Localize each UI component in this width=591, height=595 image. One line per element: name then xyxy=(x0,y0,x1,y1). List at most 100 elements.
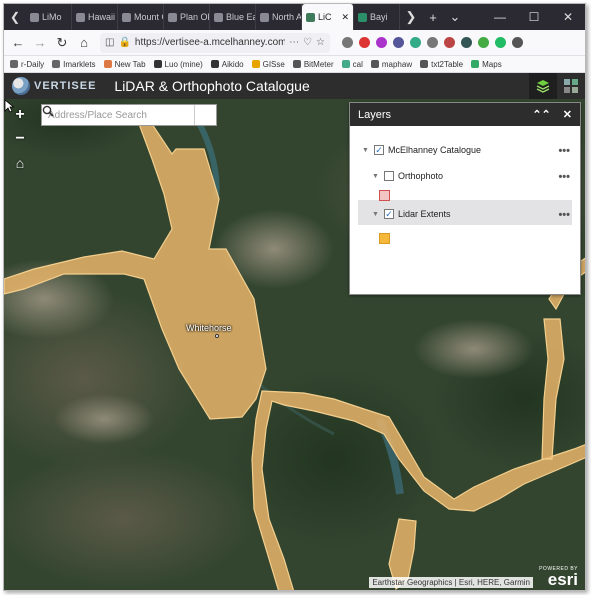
reload-icon[interactable]: ↻ xyxy=(52,33,72,53)
bookmark-label: Maps xyxy=(482,59,502,69)
extension-icon[interactable] xyxy=(376,37,387,48)
bookmark-item[interactable]: Luo (mine) xyxy=(153,60,203,69)
layer-options-icon[interactable]: ••• xyxy=(558,145,570,157)
extension-icon[interactable] xyxy=(495,37,506,48)
tab-scroll-left-icon[interactable]: ❮ xyxy=(4,4,26,30)
layer-checkbox[interactable]: ✓ xyxy=(384,209,394,219)
extension-icon[interactable] xyxy=(427,37,438,48)
tab-favicon-icon xyxy=(76,12,85,22)
bookmark-item[interactable]: txt2Table xyxy=(420,60,463,69)
bookmark-label: Imarklets xyxy=(63,59,96,69)
browser-tab[interactable]: Plan Okla xyxy=(164,4,210,30)
pocket-icon[interactable]: ♡ xyxy=(303,37,312,48)
layer-item-mcelhanney[interactable]: ▼ ✓ McElhanney Catalogue xyxy=(362,145,481,155)
extension-icon[interactable] xyxy=(410,37,421,48)
app-header: VERTISEE LiDAR & Orthophoto Catalogue xyxy=(4,73,585,99)
layer-item-orthophoto[interactable]: ▼ Orthophoto xyxy=(372,171,443,181)
bookmark-item[interactable]: BitMeter xyxy=(292,59,334,69)
page-actions-icon[interactable]: ⋯ xyxy=(289,37,299,48)
expand-caret-icon[interactable]: ▼ xyxy=(372,173,380,180)
maximize-icon[interactable]: ☐ xyxy=(517,4,551,30)
minimize-icon[interactable]: — xyxy=(483,4,517,30)
tab-label: Bayi xyxy=(370,12,388,22)
browser-tab[interactable]: Blue Earth xyxy=(210,4,256,30)
zoom-out-icon[interactable]: − xyxy=(10,129,30,149)
layer-checkbox[interactable] xyxy=(384,171,394,181)
address-bar[interactable]: ◫ 🔒 https://vertisee-a.mcelhanney.com ⋯ … xyxy=(100,32,330,53)
lock-icon[interactable]: 🔒 xyxy=(118,37,130,48)
basemap-grid-icon xyxy=(564,79,578,93)
orthophoto-legend-swatch xyxy=(379,190,390,201)
tab-scroll-right-icon[interactable]: ❯ xyxy=(400,4,422,30)
bookmark-favicon-icon xyxy=(251,60,260,68)
tab-label: North Ari xyxy=(272,12,302,22)
bookmark-item[interactable]: r-Daily xyxy=(10,60,44,69)
close-window-icon[interactable]: ✕ xyxy=(551,4,585,30)
extension-icon[interactable] xyxy=(393,37,404,48)
back-icon[interactable]: ← xyxy=(8,33,28,53)
browser-tab[interactable]: Bayi xyxy=(354,4,400,30)
extension-icon[interactable] xyxy=(359,37,370,48)
extension-icon[interactable] xyxy=(342,37,353,48)
expand-caret-icon[interactable]: ▼ xyxy=(372,211,380,218)
bookmark-favicon-icon xyxy=(103,60,112,68)
expand-caret-icon[interactable]: ▼ xyxy=(362,147,370,154)
home-icon[interactable]: ⌂ xyxy=(74,33,94,53)
home-extent-icon[interactable]: ⌂ xyxy=(10,153,30,173)
browser-tab[interactable]: Hawaii Lo xyxy=(72,4,118,30)
navigation-bar: ← → ↻ ⌂ ◫ 🔒 https://vertisee-a.mcelhanne… xyxy=(4,30,585,56)
browser-tab[interactable]: LiC ✕ xyxy=(302,4,354,30)
bookmark-label: r-Daily xyxy=(21,59,45,69)
bookmark-favicon-icon xyxy=(471,60,480,68)
bookmark-item[interactable]: New Tab xyxy=(103,60,146,69)
bookmark-favicon-icon xyxy=(292,60,301,68)
layer-options-icon[interactable]: ••• xyxy=(558,209,570,221)
layer-label: Orthophoto xyxy=(398,171,444,181)
app-title: LiDAR & Orthophoto Catalogue xyxy=(114,78,310,94)
bookmark-favicon-icon xyxy=(210,60,219,68)
bookmark-label: maphaw xyxy=(381,59,413,69)
bookmark-item[interactable]: cal xyxy=(341,59,363,69)
layers-toggle-button[interactable] xyxy=(529,73,557,99)
layer-options-icon[interactable]: ••• xyxy=(558,171,570,183)
layer-item-lidar-extents[interactable]: ▼ ✓ Lidar Extents xyxy=(372,209,451,219)
bookmark-label: Aikido xyxy=(221,59,244,69)
browser-tab[interactable]: Mount G xyxy=(118,4,164,30)
extension-icon[interactable] xyxy=(478,37,489,48)
tab-label: Hawaii Lo xyxy=(88,12,117,22)
bookmark-item[interactable]: GISse xyxy=(251,60,285,69)
layer-checkbox[interactable]: ✓ xyxy=(374,145,384,155)
bookmark-item[interactable]: Maps xyxy=(471,60,502,69)
search-button[interactable] xyxy=(42,105,216,125)
tab-favicon-icon xyxy=(30,12,39,22)
bookmarks-bar: r-Daily Imarklets New Tab Luo (mine) Aikido G… xyxy=(4,56,585,73)
bookmark-label: cal xyxy=(352,59,363,69)
search-icon xyxy=(42,105,54,117)
collapse-panel-icon[interactable]: ⌃⌃ xyxy=(532,108,550,121)
bookmark-label: BitMeter xyxy=(303,59,334,69)
extension-icon[interactable] xyxy=(512,37,523,48)
bookmark-item[interactable]: maphaw xyxy=(370,59,413,69)
basemap-gallery-button[interactable] xyxy=(557,73,585,99)
extension-icon[interactable] xyxy=(461,37,472,48)
layer-label: Lidar Extents xyxy=(398,209,451,219)
new-tab-icon[interactable]: + xyxy=(422,4,444,30)
browser-tab[interactable]: North Ari xyxy=(256,4,302,30)
map-view[interactable]: + − ⌂ Whitehorse Layers ⌃⌃ ✕ xyxy=(4,99,585,590)
extension-icon[interactable] xyxy=(444,37,455,48)
close-panel-icon[interactable]: ✕ xyxy=(563,108,572,121)
close-tab-icon[interactable]: ✕ xyxy=(341,12,349,23)
url-text[interactable]: https://vertisee-a.mcelhanney.com xyxy=(135,37,285,48)
tab-list-chevron-icon[interactable]: ⌄ xyxy=(444,4,466,30)
bookmark-item[interactable]: Imarklets xyxy=(52,59,96,69)
browser-tab[interactable]: LiMo xyxy=(26,4,72,30)
bookmark-item[interactable]: Aikido xyxy=(210,59,244,69)
forward-icon[interactable]: → xyxy=(30,33,50,53)
vertisee-logo: VERTISEE xyxy=(12,77,96,95)
logo-text: VERTISEE xyxy=(34,80,97,92)
layers-panel-title: Layers xyxy=(358,108,392,121)
bookmark-favicon-icon xyxy=(10,60,18,68)
bookmark-star-icon[interactable]: ☆ xyxy=(316,37,325,48)
shield-icon[interactable]: ◫ xyxy=(105,37,114,48)
search-input[interactable] xyxy=(42,105,194,125)
